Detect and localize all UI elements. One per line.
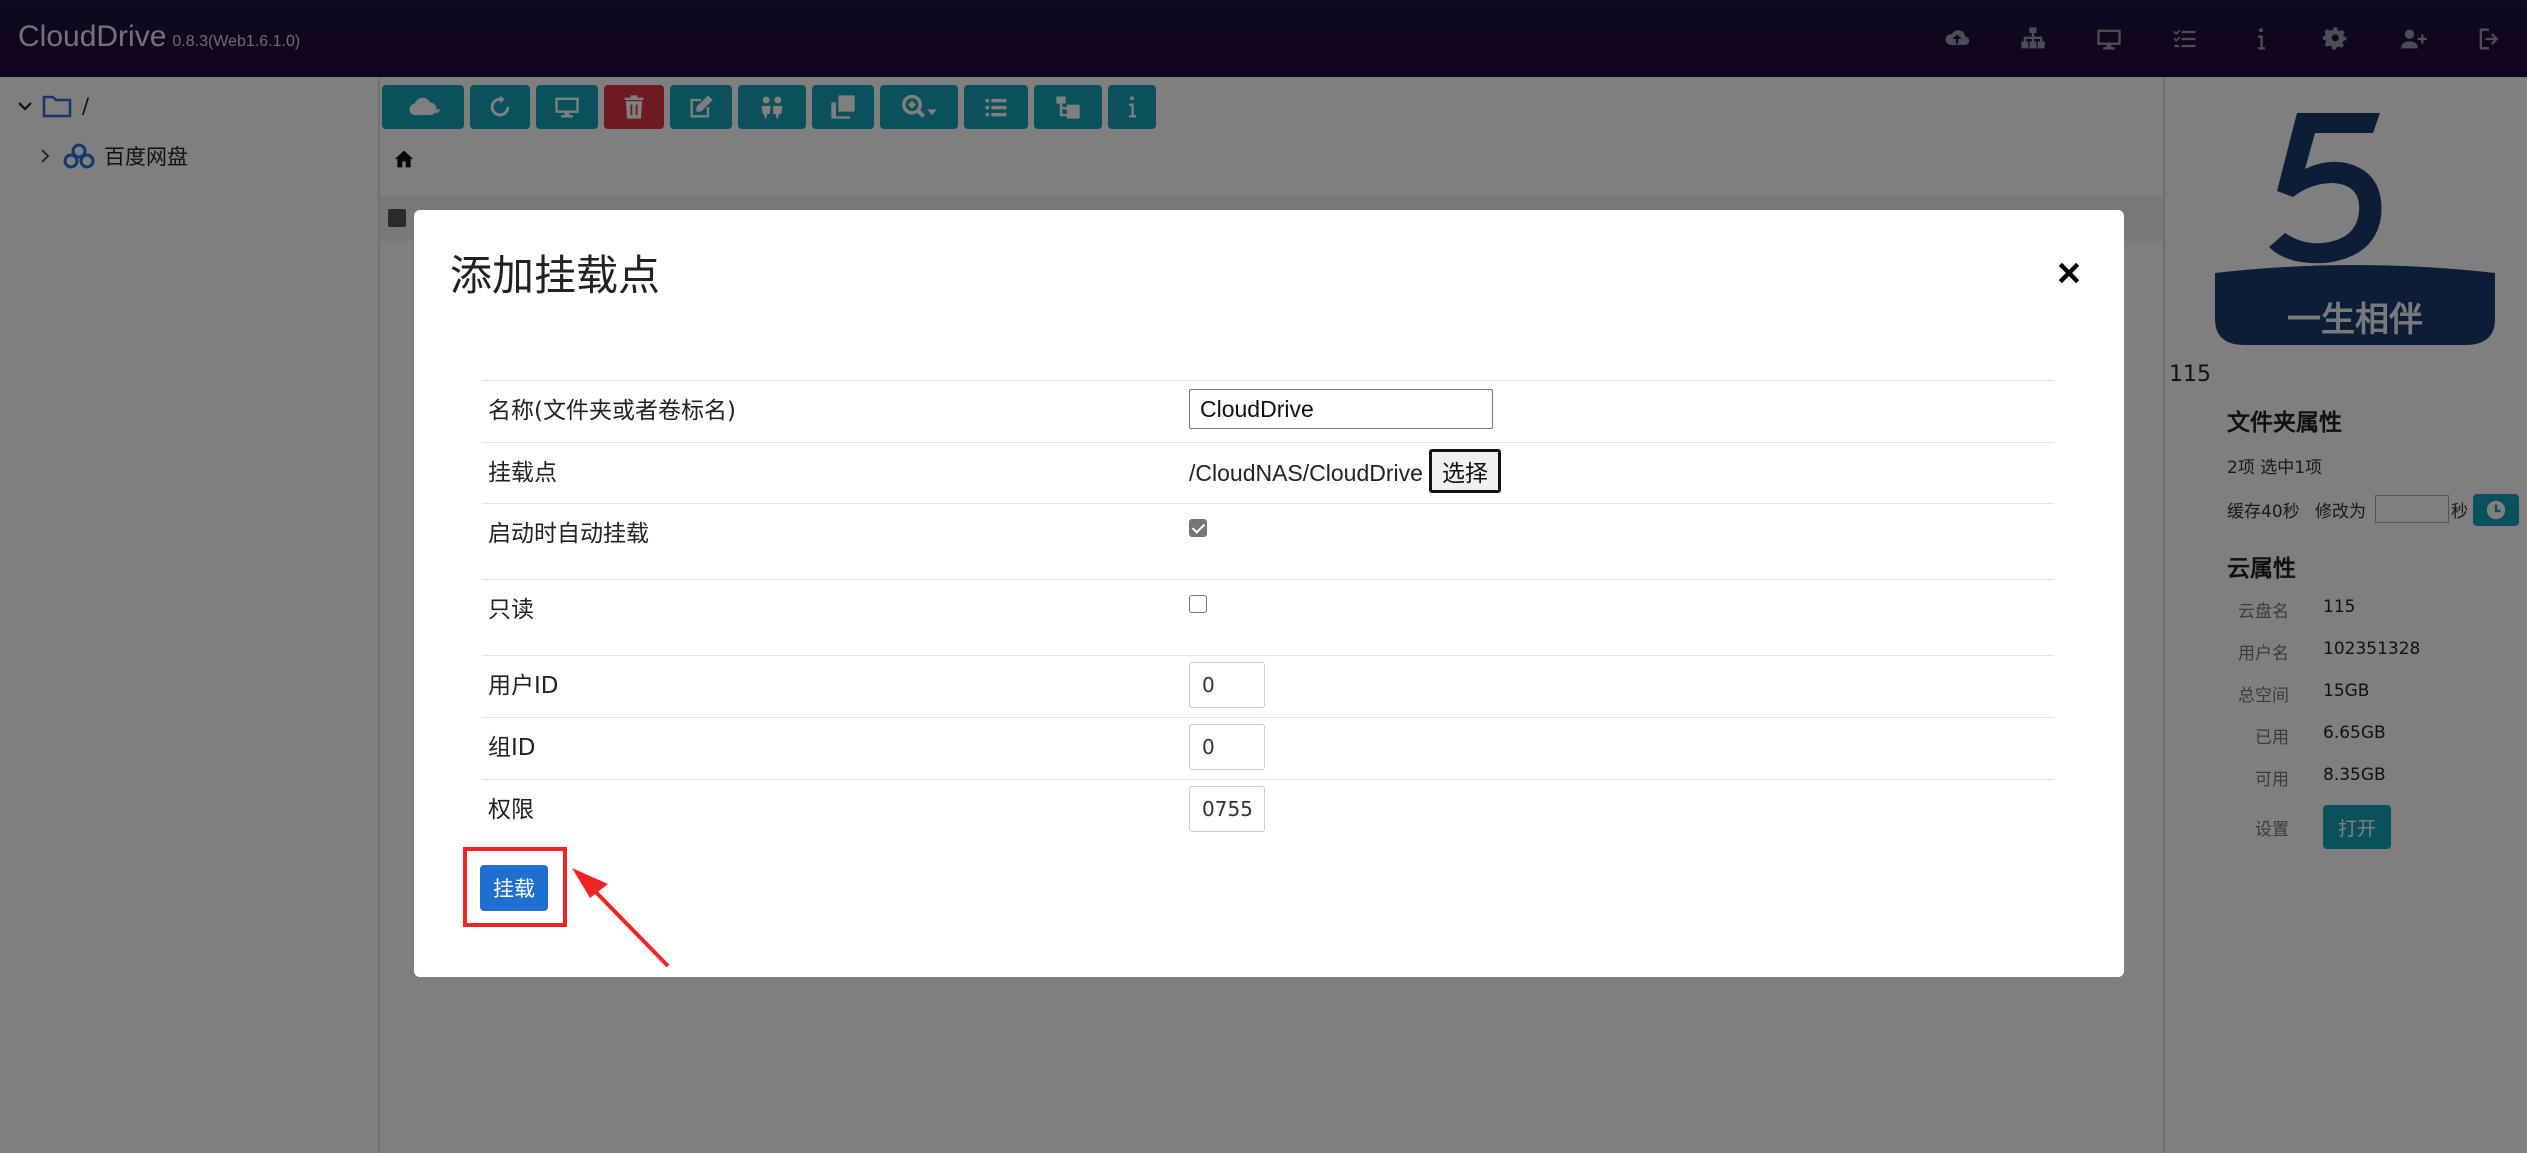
mount-point-path: /CloudNAS/CloudDrive xyxy=(1189,460,1423,486)
user-id-input[interactable]: 0 xyxy=(1189,662,1265,708)
choose-button[interactable]: 选择 xyxy=(1428,449,1501,493)
permission-input[interactable]: 0755 xyxy=(1189,786,1265,832)
read-only-checkbox[interactable] xyxy=(1189,595,1207,613)
add-mount-dialog: 添加挂载点 名称(文件夹或者卷标名) 挂载点 /CloudNAS/CloudDr… xyxy=(414,210,2124,977)
dialog-title: 添加挂载点 xyxy=(450,251,661,300)
form-row-name: 名称(文件夹或者卷标名) xyxy=(482,380,2054,443)
form-row-user-id: 用户ID 0 xyxy=(482,655,2054,718)
form-row-read-only: 只读 xyxy=(482,579,2054,656)
name-input[interactable] xyxy=(1189,389,1493,429)
group-id-input[interactable]: 0 xyxy=(1189,724,1265,770)
form-row-permission: 权限 0755 xyxy=(482,779,2054,842)
arrow-annotation xyxy=(572,868,670,968)
form-row-auto-mount: 启动时自动挂载 xyxy=(482,503,2054,580)
name-label: 名称(文件夹或者卷标名) xyxy=(488,398,736,424)
user-id-label: 用户ID xyxy=(488,673,559,699)
form-row-mount-point: 挂载点 /CloudNAS/CloudDrive 选择 xyxy=(482,442,2054,504)
group-id-label: 组ID xyxy=(488,735,536,761)
mount-button[interactable]: 挂载 xyxy=(480,865,548,911)
permission-label: 权限 xyxy=(488,797,534,823)
close-icon[interactable] xyxy=(2056,260,2082,286)
read-only-label: 只读 xyxy=(488,597,534,623)
auto-mount-checkbox[interactable] xyxy=(1189,519,1207,537)
auto-mount-label: 启动时自动挂载 xyxy=(488,521,649,547)
mount-point-label: 挂载点 xyxy=(488,460,557,486)
form-row-group-id: 组ID 0 xyxy=(482,717,2054,780)
